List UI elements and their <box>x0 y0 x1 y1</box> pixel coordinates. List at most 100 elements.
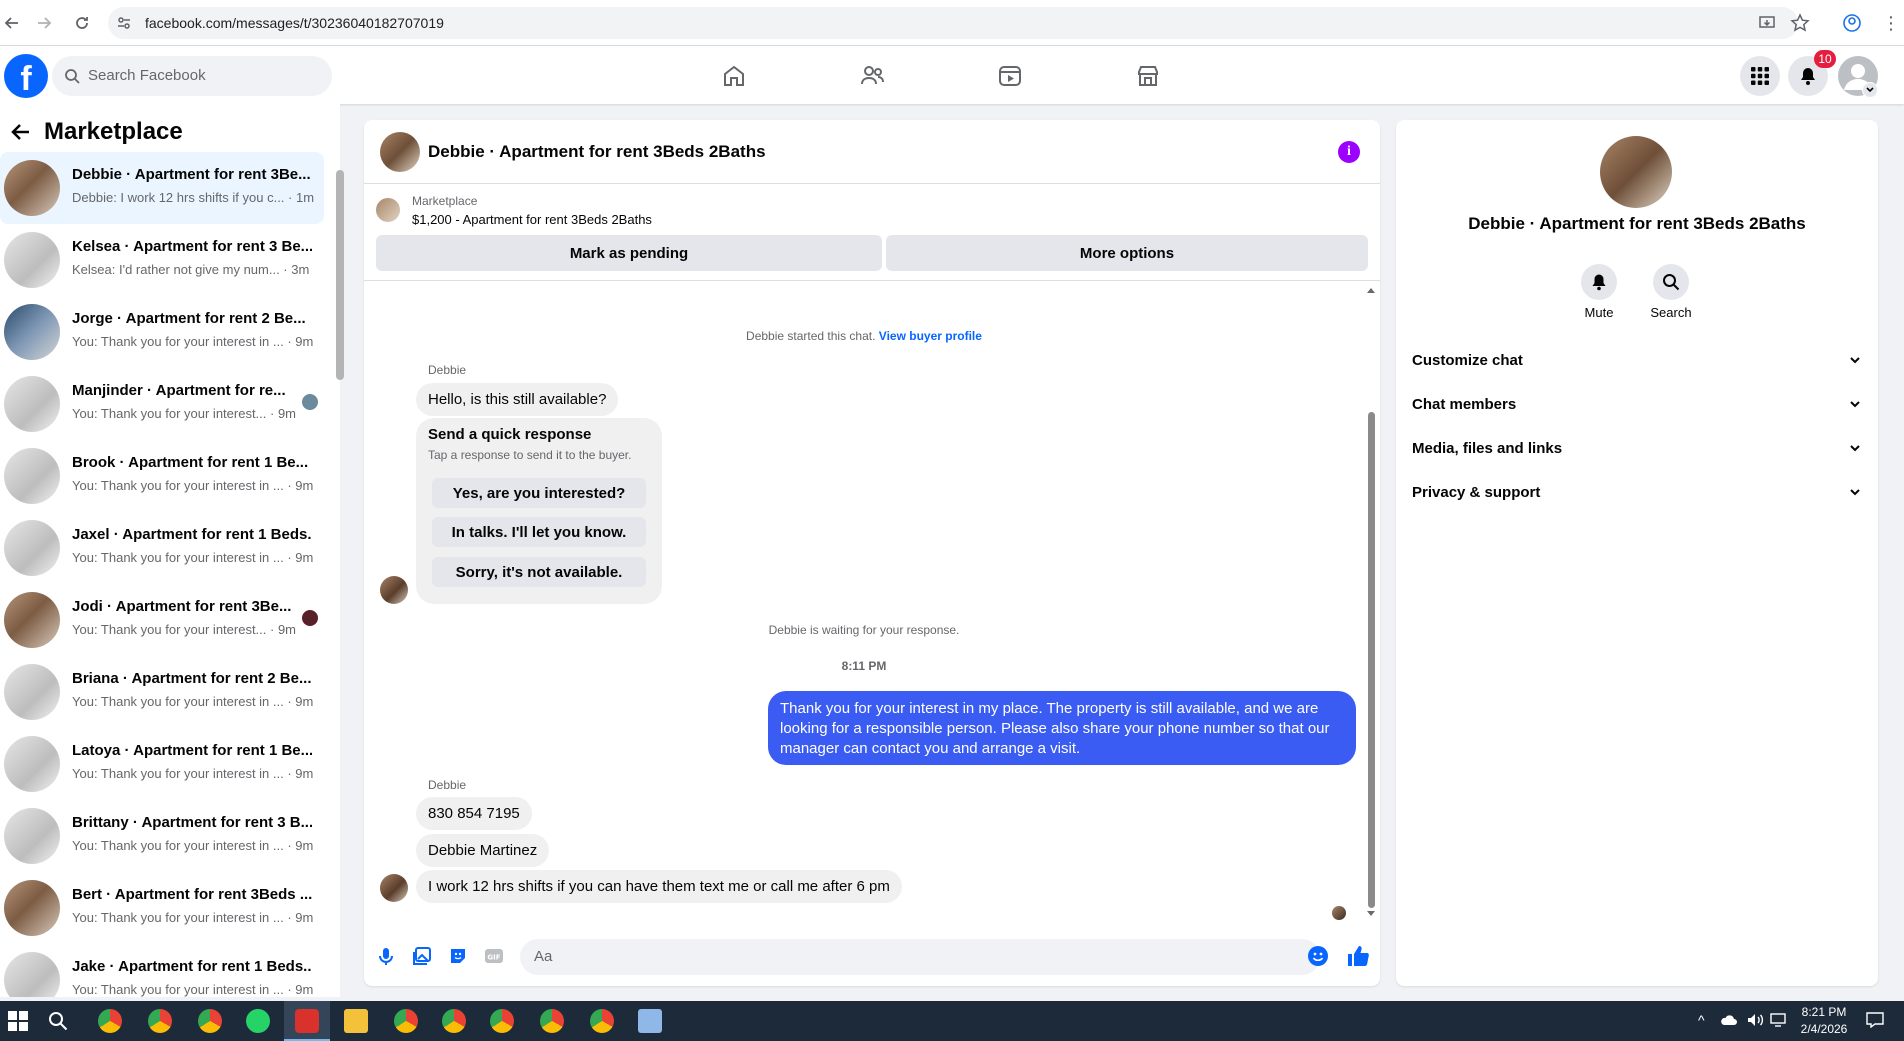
cloud-icon[interactable] <box>1720 1013 1738 1027</box>
customize-chat-section[interactable]: Customize chat <box>1412 342 1862 378</box>
like-thumbs-up-icon[interactable] <box>1346 944 1370 968</box>
reload-icon[interactable] <box>70 11 94 35</box>
home-icon[interactable] <box>718 60 750 92</box>
friends-icon[interactable] <box>856 60 888 92</box>
clock-date: 2/4/2026 <box>1800 1022 1848 1036</box>
sender-avatar[interactable] <box>380 874 408 902</box>
microphone-icon[interactable] <box>374 944 398 968</box>
conversation-item-briana[interactable]: Briana · Apartment for rent 2 Be... You:… <box>0 656 324 728</box>
listing-thumbnail <box>4 808 60 864</box>
chrome-taskbar-icon[interactable] <box>198 1009 222 1033</box>
conversation-item-jaxel[interactable]: Jaxel · Apartment for rent 1 Beds... You… <box>0 512 324 584</box>
message-bubble[interactable]: I work 12 hrs shifts if you can have the… <box>416 870 902 903</box>
listing-title[interactable]: $1,200 - Apartment for rent 3Beds 2Baths <box>412 212 652 227</box>
browser-menu-icon[interactable]: ⋮ <box>1882 13 1900 33</box>
section-label: Customize chat <box>1412 351 1523 369</box>
message-bubble[interactable]: 830 854 7195 <box>416 797 532 830</box>
conversation-item-jorge[interactable]: Jorge · Apartment for rent 2 Be... You: … <box>0 296 324 368</box>
emoji-icon[interactable] <box>1306 944 1330 968</box>
chat-started-text: Debbie started this chat. <box>746 329 876 343</box>
scroll-up-icon[interactable] <box>1366 286 1376 294</box>
message-input[interactable] <box>520 939 1320 975</box>
conversation-item-brittany[interactable]: Brittany · Apartment for rent 3 B... You… <box>0 800 324 872</box>
message-bubble[interactable]: Debbie Martinez <box>416 834 550 867</box>
chat-title[interactable]: Debbie · Apartment for rent 3Beds 2Baths <box>428 142 766 162</box>
listing-thumbnail <box>4 232 60 288</box>
conversation-item-brook[interactable]: Brook · Apartment for rent 1 Be... You: … <box>0 440 324 512</box>
app-taskbar-icon[interactable] <box>295 1009 319 1033</box>
forward-icon[interactable] <box>32 11 56 35</box>
conversation-preview: You: Thank you for your interest in ... … <box>72 910 314 925</box>
notification-center-icon[interactable] <box>1866 1012 1884 1028</box>
conversation-item-latoya[interactable]: Latoya · Apartment for rent 1 Be... You:… <box>0 728 324 800</box>
install-icon[interactable] <box>1758 14 1776 32</box>
chat-scrollbar[interactable] <box>1368 412 1375 908</box>
section-label: Chat members <box>1412 395 1517 413</box>
chrome-taskbar-icon[interactable] <box>490 1009 514 1033</box>
mute-bell-icon[interactable] <box>1581 264 1617 300</box>
chat-members-section[interactable]: Chat members <box>1412 386 1862 422</box>
waiting-notice: Debbie is waiting for your response. <box>768 623 960 637</box>
privacy-support-section[interactable]: Privacy & support <box>1412 474 1862 510</box>
conversation-item-kelsea[interactable]: Kelsea · Apartment for rent 3 Be... Kels… <box>0 224 324 296</box>
menu-grid-icon[interactable] <box>1740 56 1780 96</box>
quick-response-option[interactable]: Sorry, it's not available. <box>432 557 646 587</box>
tray-chevron-icon[interactable]: ^ <box>1698 1012 1705 1028</box>
contact-avatar[interactable] <box>1600 136 1672 208</box>
bookmark-star-icon[interactable] <box>1790 13 1810 33</box>
windows-start-icon[interactable] <box>8 1011 28 1031</box>
chrome-taskbar-icon[interactable] <box>98 1009 122 1033</box>
url-text[interactable]: facebook.com/messages/t/3023604018270701… <box>145 15 444 31</box>
file-explorer-taskbar-icon[interactable] <box>344 1009 368 1033</box>
taskbar-search-icon[interactable] <box>48 1011 68 1031</box>
video-icon[interactable] <box>994 60 1026 92</box>
chrome-taskbar-icon[interactable] <box>540 1009 564 1033</box>
scroll-down-icon[interactable] <box>1366 910 1376 918</box>
chrome-taskbar-icon[interactable] <box>148 1009 172 1033</box>
chevron-down-icon[interactable] <box>1862 82 1878 98</box>
chrome-taskbar-icon[interactable] <box>394 1009 418 1033</box>
conversation-item-jodi[interactable]: Jodi · Apartment for rent 3Be... You: Th… <box>0 584 324 656</box>
sender-avatar[interactable] <box>380 576 408 604</box>
conversation-item-jake[interactable]: Jake · Apartment for rent 1 Beds... You:… <box>0 944 324 997</box>
conversation-item-manjinder[interactable]: Manjinder · Apartment for re... You: Tha… <box>0 368 324 440</box>
chat-avatar[interactable] <box>380 132 420 172</box>
clock-time: 8:21 PM <box>1801 1005 1847 1019</box>
conversation-item-bert[interactable]: Bert · Apartment for rent 3Beds ... You:… <box>0 872 324 944</box>
facebook-logo[interactable]: f <box>4 54 48 98</box>
conversation-preview: You: Thank you for your interest... · 9m <box>72 622 297 637</box>
sidebar-scrollbar[interactable] <box>336 170 344 380</box>
message-timestamp: 8:11 PM <box>841 659 887 673</box>
chrome-taskbar-icon[interactable] <box>590 1009 614 1033</box>
quick-response-option[interactable]: In talks. I'll let you know. <box>432 517 646 547</box>
view-buyer-profile-link[interactable]: View buyer profile <box>879 329 982 343</box>
quick-response-title: Send a quick response <box>428 426 592 443</box>
profile-icon[interactable] <box>1842 13 1862 33</box>
quick-response-option[interactable]: Yes, are you interested? <box>432 478 646 508</box>
mark-pending-button[interactable]: Mark as pending <box>376 235 882 271</box>
conversation-name: Bert · Apartment for rent 3Beds ... <box>72 886 312 903</box>
back-arrow-icon[interactable] <box>10 121 32 143</box>
outgoing-message-bubble[interactable]: Thank you for your interest in my place.… <box>768 691 1356 765</box>
marketplace-icon[interactable] <box>1132 60 1164 92</box>
media-files-section[interactable]: Media, files and links <box>1412 430 1862 466</box>
site-settings-icon[interactable] <box>116 15 132 31</box>
conversation-name: Brittany · Apartment for rent 3 B... <box>72 814 312 831</box>
search-icon <box>64 68 80 84</box>
listing-thumbnail <box>4 592 60 648</box>
info-icon[interactable]: i <box>1338 141 1360 163</box>
sticker-icon[interactable] <box>446 944 470 968</box>
taskbar-clock[interactable]: 8:21 PM 2/4/2026 <box>1784 1004 1864 1038</box>
volume-icon[interactable] <box>1746 1012 1764 1028</box>
back-icon[interactable] <box>0 11 24 35</box>
conversation-item-debbie[interactable]: Debbie · Apartment for rent 3Be... Debbi… <box>0 152 324 224</box>
whatsapp-taskbar-icon[interactable] <box>246 1009 270 1033</box>
conversation-preview: You: Thank you for your interest in ... … <box>72 766 314 781</box>
photo-icon[interactable] <box>410 944 434 968</box>
gif-icon[interactable]: GIF <box>482 944 506 968</box>
chrome-taskbar-icon[interactable] <box>442 1009 466 1033</box>
notepad-taskbar-icon[interactable] <box>638 1009 662 1033</box>
more-options-button[interactable]: More options <box>886 235 1368 271</box>
search-chat-icon[interactable] <box>1653 264 1689 300</box>
message-bubble[interactable]: Hello, is this still available? <box>416 383 619 416</box>
